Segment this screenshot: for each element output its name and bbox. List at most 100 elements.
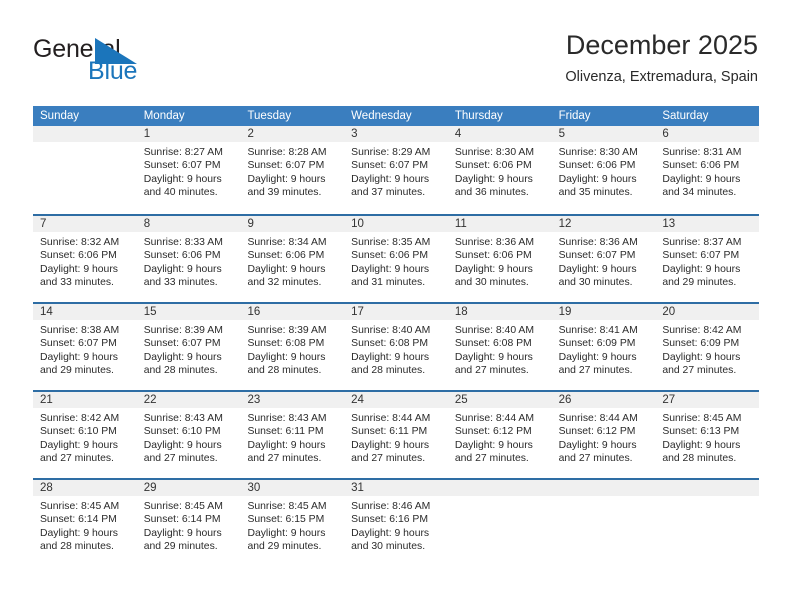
day-info-line: Sunrise: 8:35 AM	[351, 237, 431, 248]
day-info-line: Sunset: 6:06 PM	[558, 160, 636, 172]
day-info-line: Daylight: 9 hours	[558, 439, 637, 451]
calendar-day-cell[interactable]: 3 Sunrise: 8:29 AM Sunset: 6:07 PM Daylight…	[344, 126, 448, 214]
day-sun-info: Sunrise: 8:27 AM Sunset: 6:07 PM Daylight:…	[137, 142, 241, 200]
weekday-header-saturday: Saturday	[662, 110, 709, 122]
day-number: 30	[240, 480, 345, 496]
day-info-line: Sunrise: 8:40 AM	[351, 325, 431, 336]
day-number: 21	[33, 392, 137, 408]
calendar-day-cell[interactable]: 1 Sunrise: 8:27 AM Sunset: 6:07 PM Daylight…	[136, 126, 241, 214]
day-info-line: Sunrise: 8:36 AM	[558, 237, 638, 248]
calendar-day-cell[interactable]: 22 Sunrise: 8:43 AM Sunset: 6:10 PM Dayligh…	[136, 392, 241, 478]
calendar-day-cell[interactable]: 20 Sunrise: 8:42 AM Sunset: 6:09 PM Dayligh…	[655, 304, 760, 390]
day-sun-info	[448, 496, 552, 500]
calendar-day-cell[interactable]: 9 Sunrise: 8:34 AM Sunset: 6:06 PM Daylight…	[240, 216, 345, 302]
calendar-day-cell[interactable]: 7 Sunrise: 8:32 AM Sunset: 6:06 PM Daylight…	[33, 216, 137, 302]
calendar-day-cell[interactable]: 4 Sunrise: 8:30 AM Sunset: 6:06 PM Daylight…	[447, 126, 552, 214]
calendar-day-cell[interactable]: 8 Sunrise: 8:33 AM Sunset: 6:06 PM Daylight…	[136, 216, 241, 302]
day-info-line: Sunset: 6:06 PM	[351, 250, 428, 262]
day-sun-info: Sunrise: 8:30 AM Sunset: 6:06 PM Daylight:…	[448, 142, 552, 200]
calendar-day-cell[interactable]: 21 Sunrise: 8:42 AM Sunset: 6:10 PM Dayligh…	[33, 392, 137, 478]
day-info-line: Daylight: 9 hours	[351, 173, 430, 185]
calendar-day-cell[interactable]: 24 Sunrise: 8:44 AM Sunset: 6:11 PM Dayligh…	[344, 392, 448, 478]
calendar-day-cell[interactable]: 25 Sunrise: 8:44 AM Sunset: 6:12 PM Dayligh…	[447, 392, 552, 478]
day-info-line: Daylight: 9 hours	[351, 527, 430, 539]
calendar-day-cell-empty	[447, 480, 552, 566]
day-number: 9	[240, 216, 345, 232]
calendar-day-cell[interactable]: 31 Sunrise: 8:46 AM Sunset: 6:16 PM Dayligh…	[344, 480, 448, 566]
day-info-line: and 30 minutes.	[558, 277, 633, 289]
page-header: General Blue December 2025 Olivenza, Ext…	[0, 0, 792, 104]
brand-name-blue: Blue	[88, 57, 138, 85]
day-sun-info: Sunrise: 8:35 AM Sunset: 6:06 PM Daylight:…	[344, 232, 448, 290]
calendar-day-cell-empty	[655, 480, 760, 566]
day-number: 4	[447, 126, 552, 142]
day-info-line: and 30 minutes.	[454, 277, 529, 289]
day-number: 6	[655, 126, 760, 142]
brand-logo[interactable]: General Blue	[33, 35, 253, 95]
day-number: 24	[344, 392, 448, 408]
day-info-line: Sunrise: 8:27 AM	[143, 147, 223, 158]
calendar-day-cell[interactable]: 16 Sunrise: 8:39 AM Sunset: 6:08 PM Dayligh…	[240, 304, 345, 390]
day-number: 1	[136, 126, 241, 142]
weekday-header-monday: Monday	[143, 110, 185, 122]
day-info-line: Daylight: 9 hours	[143, 263, 222, 275]
day-info-line: Sunrise: 8:29 AM	[351, 147, 431, 158]
day-info-line: and 28 minutes.	[662, 453, 737, 465]
day-info-line: Sunset: 6:09 PM	[558, 338, 636, 350]
day-number: 7	[33, 216, 137, 232]
calendar-day-cell[interactable]: 2 Sunrise: 8:28 AM Sunset: 6:07 PM Daylight…	[240, 126, 345, 214]
day-info-line: Sunset: 6:14 PM	[40, 514, 117, 526]
day-info-line: Sunset: 6:07 PM	[40, 338, 117, 350]
calendar-day-cell[interactable]: 14 Sunrise: 8:38 AM Sunset: 6:07 PM Dayligh…	[33, 304, 137, 390]
day-info-line: and 30 minutes.	[351, 541, 426, 553]
day-info-line: Daylight: 9 hours	[143, 351, 222, 363]
day-info-line: and 29 minutes.	[40, 365, 114, 377]
day-info-line: and 34 minutes.	[662, 187, 737, 199]
day-info-line: Sunrise: 8:42 AM	[662, 325, 742, 336]
day-sun-info: Sunrise: 8:46 AM Sunset: 6:16 PM Daylight:…	[344, 496, 448, 554]
calendar-day-cell[interactable]: 30 Sunrise: 8:45 AM Sunset: 6:15 PM Dayligh…	[240, 480, 345, 566]
calendar-day-cell[interactable]: 6 Sunrise: 8:31 AM Sunset: 6:06 PM Daylight…	[655, 126, 760, 214]
day-info-line: and 40 minutes.	[143, 187, 218, 199]
calendar-day-cell[interactable]: 17 Sunrise: 8:40 AM Sunset: 6:08 PM Dayligh…	[344, 304, 448, 390]
day-info-line: Daylight: 9 hours	[247, 439, 326, 451]
day-info-line: Sunrise: 8:41 AM	[558, 325, 638, 336]
day-info-line: Sunset: 6:06 PM	[454, 250, 532, 262]
day-number: 8	[136, 216, 241, 232]
calendar-day-cell[interactable]: 29 Sunrise: 8:45 AM Sunset: 6:14 PM Dayligh…	[136, 480, 241, 566]
day-info-line: Sunrise: 8:28 AM	[247, 147, 327, 158]
day-info-line: Sunset: 6:06 PM	[454, 160, 532, 172]
day-info-line: and 32 minutes.	[247, 277, 322, 289]
day-info-line: Sunrise: 8:45 AM	[662, 413, 742, 424]
day-info-line: and 29 minutes.	[143, 541, 218, 553]
day-info-line: Sunset: 6:06 PM	[247, 250, 325, 262]
day-info-line: and 27 minutes.	[454, 365, 529, 377]
day-info-line: and 27 minutes.	[40, 453, 114, 465]
calendar-day-cell-empty	[551, 480, 656, 566]
calendar-day-cell[interactable]: 12 Sunrise: 8:36 AM Sunset: 6:07 PM Dayligh…	[551, 216, 656, 302]
day-sun-info	[655, 496, 759, 500]
day-sun-info: Sunrise: 8:43 AM Sunset: 6:11 PM Daylight:…	[240, 408, 344, 466]
day-number: 14	[33, 304, 137, 320]
day-info-line: Daylight: 9 hours	[351, 263, 430, 275]
day-info-line: Sunrise: 8:45 AM	[143, 501, 223, 512]
calendar-day-cell[interactable]: 13 Sunrise: 8:37 AM Sunset: 6:07 PM Dayligh…	[655, 216, 760, 302]
day-info-line: Daylight: 9 hours	[454, 351, 533, 363]
calendar-day-cell[interactable]: 19 Sunrise: 8:41 AM Sunset: 6:09 PM Dayligh…	[551, 304, 656, 390]
day-info-line: Sunset: 6:07 PM	[247, 160, 325, 172]
calendar-day-cell[interactable]: 11 Sunrise: 8:36 AM Sunset: 6:06 PM Dayligh…	[447, 216, 552, 302]
day-number: 18	[447, 304, 552, 320]
calendar-day-cell[interactable]: 10 Sunrise: 8:35 AM Sunset: 6:06 PM Dayligh…	[344, 216, 448, 302]
calendar-day-cell[interactable]: 26 Sunrise: 8:44 AM Sunset: 6:12 PM Dayligh…	[551, 392, 656, 478]
calendar-day-cell[interactable]: 18 Sunrise: 8:40 AM Sunset: 6:08 PM Dayligh…	[447, 304, 552, 390]
day-info-line: and 28 minutes.	[351, 365, 426, 377]
calendar-day-cell[interactable]: 5 Sunrise: 8:30 AM Sunset: 6:06 PM Daylight…	[551, 126, 656, 214]
calendar-day-cell[interactable]: 15 Sunrise: 8:39 AM Sunset: 6:07 PM Dayligh…	[136, 304, 241, 390]
calendar-day-cell[interactable]: 28 Sunrise: 8:45 AM Sunset: 6:14 PM Dayligh…	[33, 480, 137, 566]
calendar-day-cell[interactable]: 27 Sunrise: 8:45 AM Sunset: 6:13 PM Dayligh…	[655, 392, 760, 478]
day-info-line: Daylight: 9 hours	[40, 263, 118, 275]
calendar-day-cell[interactable]: 23 Sunrise: 8:43 AM Sunset: 6:11 PM Dayligh…	[240, 392, 345, 478]
day-info-line: Sunrise: 8:30 AM	[454, 147, 535, 158]
weekday-header-thursday: Thursday	[454, 110, 503, 122]
day-info-line: Sunrise: 8:43 AM	[143, 413, 223, 424]
